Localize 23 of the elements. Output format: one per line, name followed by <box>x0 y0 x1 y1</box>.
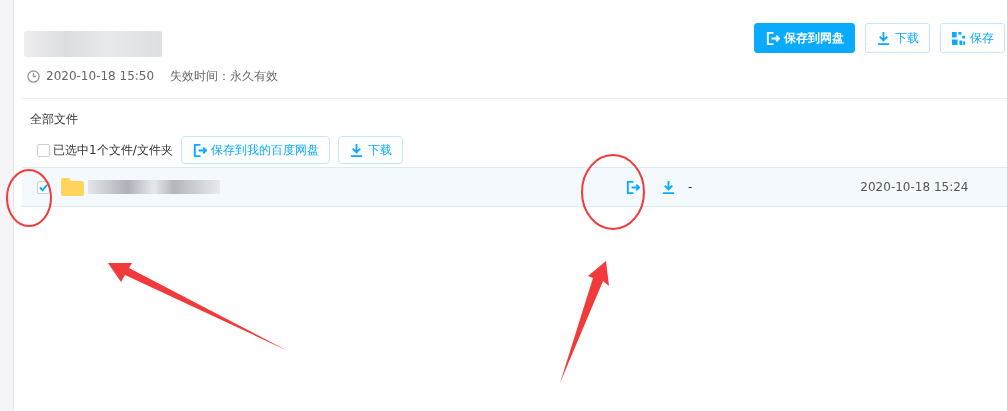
file-size: - <box>688 179 693 196</box>
share-date: 2020-10-18 15:50 <box>46 68 155 85</box>
download-button[interactable]: 下载 <box>337 136 403 164</box>
qr-code-icon <box>951 30 966 46</box>
save-action[interactable] <box>625 179 640 195</box>
download-action[interactable] <box>661 179 676 195</box>
annotation-circle <box>6 169 52 227</box>
download-button[interactable]: 下载 <box>865 23 930 53</box>
save-button[interactable]: 保存到网盘 <box>754 23 855 53</box>
save-button[interactable]: 保存到我的百度网盘 <box>180 136 330 164</box>
breadcrumb[interactable]: 全部文件 <box>22 99 1007 128</box>
save-icon <box>191 142 207 158</box>
download-icon <box>876 30 891 46</box>
folder-icon <box>61 178 84 196</box>
download-icon <box>348 142 364 158</box>
checkbox[interactable] <box>37 143 50 157</box>
qr-button[interactable]: 保存 <box>940 23 1005 53</box>
expiry-text: 失效时间：永久有效 <box>170 68 279 85</box>
save-icon <box>765 30 780 46</box>
file-row[interactable]: - 2020-10-18 15:24 <box>22 167 1007 207</box>
selection-label: 已选中1个文件/文件夹 <box>53 142 173 159</box>
modified-date: 2020-10-18 15:24 <box>860 179 969 196</box>
clock-icon <box>27 69 40 83</box>
